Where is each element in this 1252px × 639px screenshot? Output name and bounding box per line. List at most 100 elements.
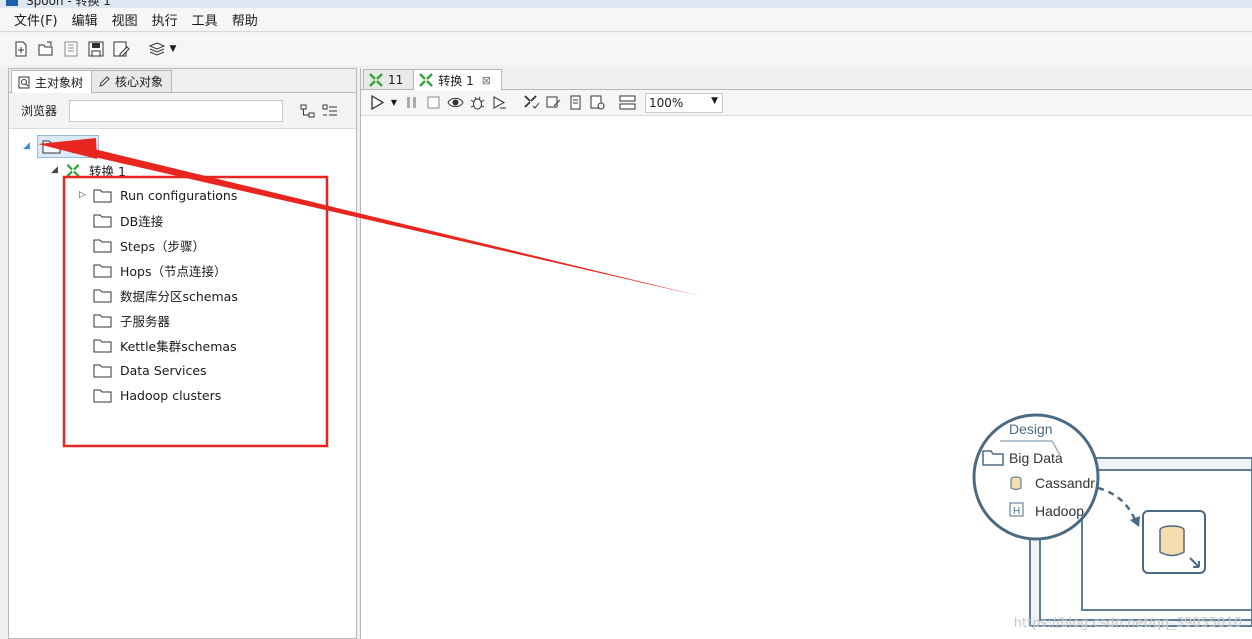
tab-core-objects[interactable]: 核心对象 (91, 70, 173, 92)
tree-folder-label: 子服务器 (120, 313, 171, 329)
close-icon[interactable]: ⊠ (482, 74, 491, 87)
open-file-button[interactable] (35, 38, 57, 60)
explore-repo-button[interactable] (60, 38, 82, 60)
transformation-icon (419, 73, 434, 87)
replay-button[interactable] (489, 93, 509, 113)
zoom-value: 100% (649, 95, 684, 110)
impact-icon (546, 96, 560, 108)
bug-icon (470, 96, 484, 110)
tree-folder-row[interactable]: DB连接 (93, 209, 163, 231)
tree-folder-label: 数据库分区schemas (120, 288, 238, 304)
layers-icon (148, 42, 165, 56)
preview-button[interactable] (445, 93, 465, 113)
tree-folder-row[interactable]: Steps（步骤） (93, 234, 205, 256)
debug-button[interactable] (467, 93, 487, 113)
menu-bar: 文件(F) 编辑 视图 执行 工具 帮助 (0, 8, 1252, 32)
tree-folder-label: Hops（节点连接） (120, 263, 227, 279)
run-button[interactable] (367, 93, 387, 113)
tab-transformation-11[interactable]: 11 (363, 69, 415, 89)
tab-transformation-1[interactable]: 转换 1 ⊠ (413, 69, 502, 90)
pause-icon (406, 97, 416, 108)
browser-row: 浏览器 (9, 93, 356, 129)
title-bar: Spoon - 转换 1 (0, 0, 1252, 8)
folder-icon (93, 239, 112, 252)
tree-folder-row[interactable]: Hadoop clusters (93, 384, 221, 406)
menu-help[interactable]: 帮助 (232, 10, 258, 29)
tab-label: 转换 1 (438, 73, 474, 88)
menu-run[interactable]: 执行 (152, 10, 178, 29)
folder-icon (93, 264, 112, 277)
folder-icon (93, 289, 112, 302)
folder-icon (93, 314, 112, 327)
impact-button[interactable] (543, 93, 563, 113)
menu-tools[interactable]: 工具 (192, 10, 218, 29)
tree-folder-row[interactable]: ▷ Run configurations (79, 184, 237, 206)
open-folder-icon (38, 41, 53, 56)
left-tab-bar: 主对象树 核心对象 (9, 69, 356, 93)
chevron-down-icon: ▼ (711, 95, 718, 106)
menu-view[interactable]: 视图 (112, 10, 138, 29)
tree-folder-label: Kettle集群schemas (120, 338, 237, 354)
tree-folder-label: Hadoop clusters (120, 387, 222, 403)
left-panel: 主对象树 核心对象 浏览器 ◢ 转换 ◢ 转换 1 ▷ Run configur… (8, 68, 357, 639)
chevron-down-icon: ▼ (390, 98, 398, 107)
verify-icon (523, 95, 539, 109)
tab-core-objects-label: 核心对象 (115, 75, 164, 89)
new-file-button[interactable] (10, 38, 32, 60)
app-icon (6, 0, 18, 6)
tab-main-tree-label: 主对象树 (35, 75, 84, 90)
run-options-dropdown[interactable]: ▼ (389, 93, 399, 113)
pause-button[interactable] (401, 93, 421, 113)
save-as-button[interactable] (110, 38, 132, 60)
main-toolbar: ▼ (0, 33, 1252, 65)
collapse-all-icon[interactable] (321, 102, 339, 120)
main-tree-icon (18, 76, 30, 88)
chevron-down-icon: ▼ (169, 44, 177, 54)
browser-label: 浏览器 (21, 104, 58, 118)
database-search-icon (590, 95, 604, 110)
tree-folder-row[interactable]: Data Services (93, 359, 207, 381)
folder-icon (93, 339, 112, 352)
explore-db-button[interactable] (587, 93, 607, 113)
expanded-arrow-icon: ◢ (51, 165, 58, 175)
results-grid-icon (619, 95, 635, 110)
save-as-icon (113, 41, 130, 57)
transformation-canvas[interactable] (361, 116, 1252, 639)
expand-all-icon[interactable] (299, 102, 317, 120)
menu-edit[interactable]: 编辑 (72, 10, 98, 29)
stop-button[interactable] (423, 93, 443, 113)
show-results-button[interactable] (617, 93, 637, 113)
canvas-toolbar: ▼ 100% ▼ (361, 90, 1252, 116)
verify-button[interactable] (521, 93, 541, 113)
tree-root-row[interactable]: ◢ 转换 (23, 134, 100, 158)
transformation-icon (66, 163, 80, 177)
transformation-icon (369, 72, 383, 87)
tab-label: 11 (388, 72, 404, 87)
menu-file[interactable]: 文件(F) (14, 10, 58, 29)
folder-icon (93, 189, 112, 202)
folder-icon (93, 389, 112, 402)
right-panel: 11 转换 1 ⊠ ▼ 100% ▼ (360, 68, 1252, 639)
tab-main-tree[interactable]: 主对象树 (11, 70, 93, 93)
folder-icon (93, 214, 112, 227)
tree-folder-row[interactable]: Kettle集群schemas (93, 334, 237, 356)
tree-folder-row[interactable]: 子服务器 (93, 309, 170, 331)
folder-icon (93, 364, 112, 377)
tree-root-label: 转换 (69, 139, 95, 155)
perspective-button[interactable]: ▼ (145, 38, 179, 60)
save-button[interactable] (85, 38, 107, 60)
tree-folder-row[interactable]: 数据库分区schemas (93, 284, 238, 306)
tree-folder-row[interactable]: Hops（节点连接） (93, 259, 227, 281)
tree-folder-label: DB连接 (120, 213, 164, 229)
stop-icon (427, 96, 439, 109)
expanded-arrow-icon: ◢ (23, 141, 30, 151)
browser-search-input[interactable] (69, 99, 284, 122)
zoom-select[interactable]: 100% ▼ (645, 92, 723, 113)
sql-button[interactable] (565, 93, 585, 113)
tree-child-label: 转换 1 (89, 163, 126, 179)
play-icon (370, 94, 384, 111)
tree-child-row[interactable]: ◢ 转换 1 (51, 159, 126, 181)
editor-tab-bar: 11 转换 1 ⊠ (361, 68, 1252, 90)
pencil-icon (99, 76, 110, 87)
new-file-icon (15, 41, 27, 57)
